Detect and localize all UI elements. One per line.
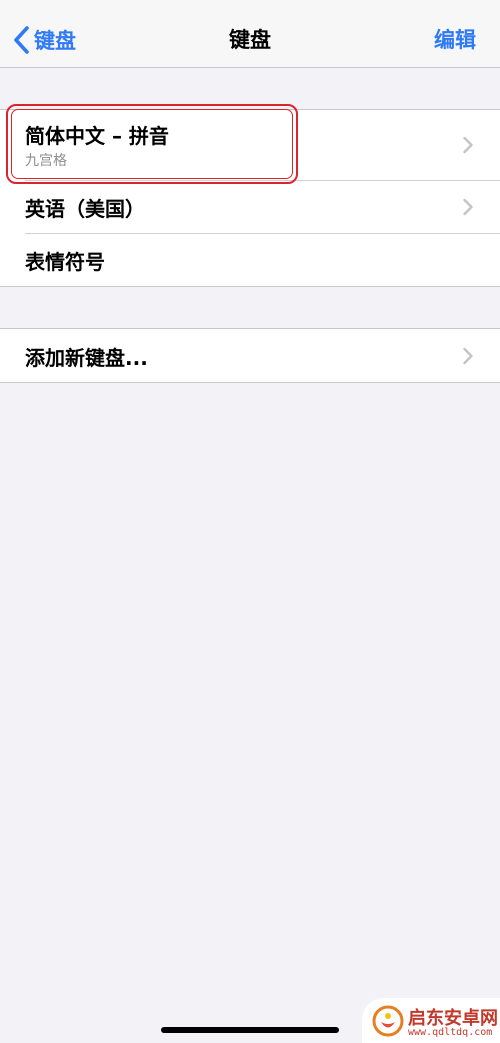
edit-button[interactable]: 编辑 bbox=[434, 22, 476, 58]
keyboard-row-chinese-pinyin[interactable]: 简体中文 – 拼音 九宫格 bbox=[0, 110, 500, 180]
keyboard-row-emoji[interactable]: 表情符号 bbox=[0, 233, 500, 286]
keyboard-subtitle: 九宫格 bbox=[25, 153, 67, 169]
keyboard-title: 英语（美国） bbox=[25, 197, 145, 221]
add-new-keyboard-row[interactable]: 添加新键盘... bbox=[0, 329, 500, 382]
keyboards-settings-screen: 键盘 键盘 编辑 简体中文 – 拼音 九宫格 英语（美国） 表情符号 添加新键盘… bbox=[0, 0, 500, 1043]
add-keyboard-label: 添加新键盘... bbox=[25, 346, 148, 370]
watermark-url: www.qdltdq.com bbox=[408, 1027, 493, 1038]
chevron-right-icon bbox=[463, 136, 473, 154]
home-indicator[interactable] bbox=[161, 1027, 339, 1033]
site-watermark: 启东安卓网 www.qdltdq.com bbox=[362, 998, 500, 1043]
back-button-label: 键盘 bbox=[34, 29, 76, 53]
back-button[interactable]: 键盘 bbox=[12, 22, 76, 58]
chevron-right-icon bbox=[463, 347, 473, 365]
add-keyboard-group: 添加新键盘... bbox=[0, 328, 500, 383]
keyboard-row-english-us[interactable]: 英语（美国） bbox=[0, 180, 500, 233]
keyboard-title: 表情符号 bbox=[25, 250, 105, 274]
chevron-right-icon bbox=[463, 198, 473, 216]
navigation-bar: 键盘 键盘 编辑 bbox=[0, 0, 500, 68]
keyboard-title: 简体中文 – 拼音 bbox=[25, 124, 169, 148]
chevron-left-icon bbox=[14, 26, 29, 54]
watermark-logo-icon bbox=[372, 1005, 404, 1037]
keyboards-list: 简体中文 – 拼音 九宫格 英语（美国） 表情符号 bbox=[0, 109, 500, 287]
